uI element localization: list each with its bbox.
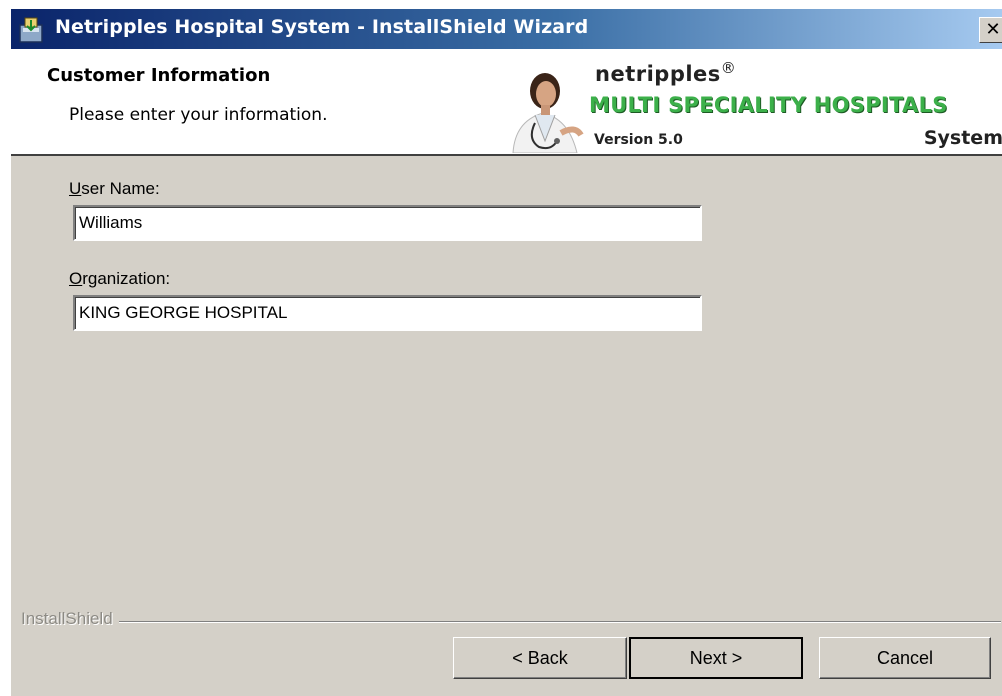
organization-access-key: O	[69, 269, 83, 288]
close-icon: ✕	[985, 19, 1001, 40]
window-title: Netripples Hospital System - InstallShie…	[55, 16, 589, 38]
organization-input[interactable]: KING GEORGE HOSPITAL	[73, 295, 702, 331]
title-bar[interactable]: Netripples Hospital System - InstallShie…	[11, 9, 1002, 49]
brand-text: netripples	[595, 62, 721, 86]
header-banner: Customer Information Please enter your i…	[11, 49, 1002, 156]
user-name-label: User Name:	[69, 179, 160, 199]
footer-divider	[21, 621, 1001, 623]
version-label: Version 5.0	[594, 132, 683, 148]
product-name: MULTI SPECIALITY HOSPITALS	[589, 93, 948, 117]
user-name-label-text: ser Name:	[81, 179, 160, 198]
organization-label-text: rganization:	[82, 269, 171, 288]
cancel-button[interactable]: Cancel	[819, 637, 991, 679]
organization-label: Organization:	[69, 269, 170, 289]
user-name-access-key: U	[69, 179, 82, 198]
doctor-illustration	[512, 73, 584, 153]
user-name-input[interactable]: Williams	[73, 205, 702, 241]
back-button[interactable]: < Back	[453, 637, 627, 679]
next-button[interactable]: Next >	[629, 637, 803, 679]
installshield-wizard-window: Netripples Hospital System - InstallShie…	[10, 8, 1002, 696]
registered-mark: ®	[720, 59, 737, 77]
brand-name: netripples®	[595, 59, 736, 86]
installer-icon	[19, 17, 43, 43]
close-button[interactable]: ✕	[979, 17, 1002, 43]
product-logo: netripples® MULTI SPECIALITY HOSPITALS V…	[501, 49, 1002, 154]
page-subtitle: Please enter your information.	[69, 105, 328, 125]
system-label: System	[923, 127, 1002, 149]
page-title: Customer Information	[47, 65, 271, 86]
installshield-label: InstallShield	[21, 609, 119, 629]
